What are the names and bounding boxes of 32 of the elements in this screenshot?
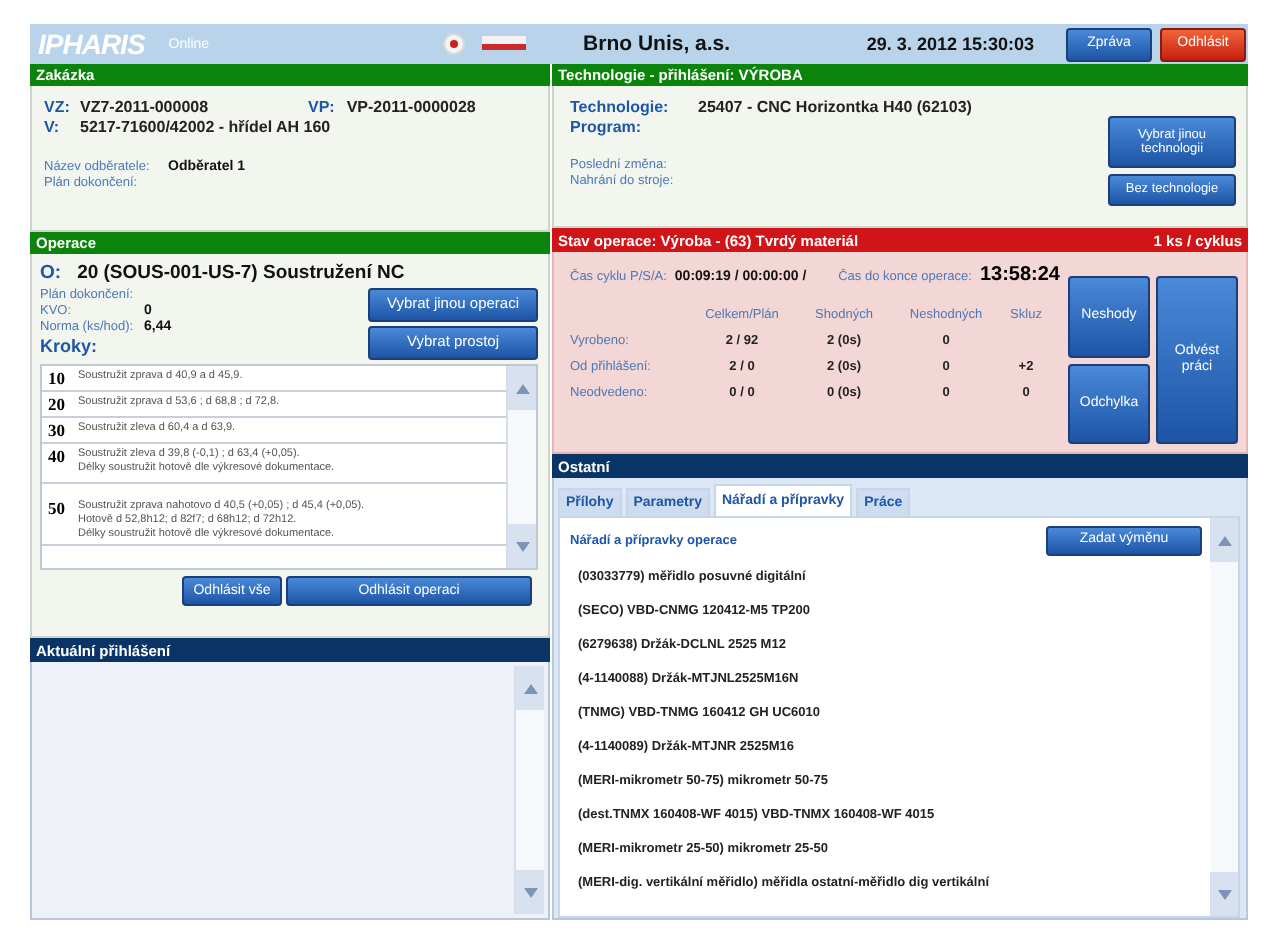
step-number: 40 <box>48 446 67 466</box>
scrollbar[interactable] <box>506 366 536 568</box>
operation-title: 20 (SOUS-001-US-7) Soustružení NC <box>77 262 405 286</box>
field-label: V: <box>44 118 62 136</box>
step-number: 10 <box>48 368 67 388</box>
company-name: Brno Unis, a.s. <box>583 32 731 56</box>
scrollbar[interactable] <box>514 666 544 914</box>
date-time: 29. 3. 2012 15:30:03 <box>866 34 1034 54</box>
field-label: Program: <box>570 118 642 136</box>
step-number: 30 <box>48 420 67 440</box>
field-label: VZ: <box>44 98 68 116</box>
field-value: 5217-71600/42002 - hřídel AH 160 <box>80 118 331 136</box>
step-number: 50 <box>48 498 67 518</box>
field-value: 25407 - CNC Horizontka H40 (62103) <box>698 98 972 116</box>
scrollbar[interactable] <box>1210 518 1238 916</box>
field-label: VP: <box>308 98 335 116</box>
field-label: O: <box>40 262 62 286</box>
up-arrow-icon <box>515 383 529 393</box>
logo: IPHARIS <box>38 28 145 60</box>
field-value: VP-2011-0000028 <box>346 98 476 116</box>
field-value: VZ7-2011-000008 <box>80 98 211 116</box>
record-icon <box>441 32 466 56</box>
down-arrow-icon <box>523 887 537 897</box>
down-arrow-icon <box>515 541 529 551</box>
up-arrow-icon <box>1217 535 1231 545</box>
up-arrow-icon <box>523 683 537 693</box>
step-number: 20 <box>48 394 67 414</box>
flag-icon <box>481 36 526 52</box>
field-label: Technologie: <box>570 98 671 116</box>
remaining-time: 13:58:24 <box>979 264 1060 286</box>
steps-label: Kroky: <box>40 336 100 356</box>
down-arrow-icon <box>1217 889 1231 899</box>
